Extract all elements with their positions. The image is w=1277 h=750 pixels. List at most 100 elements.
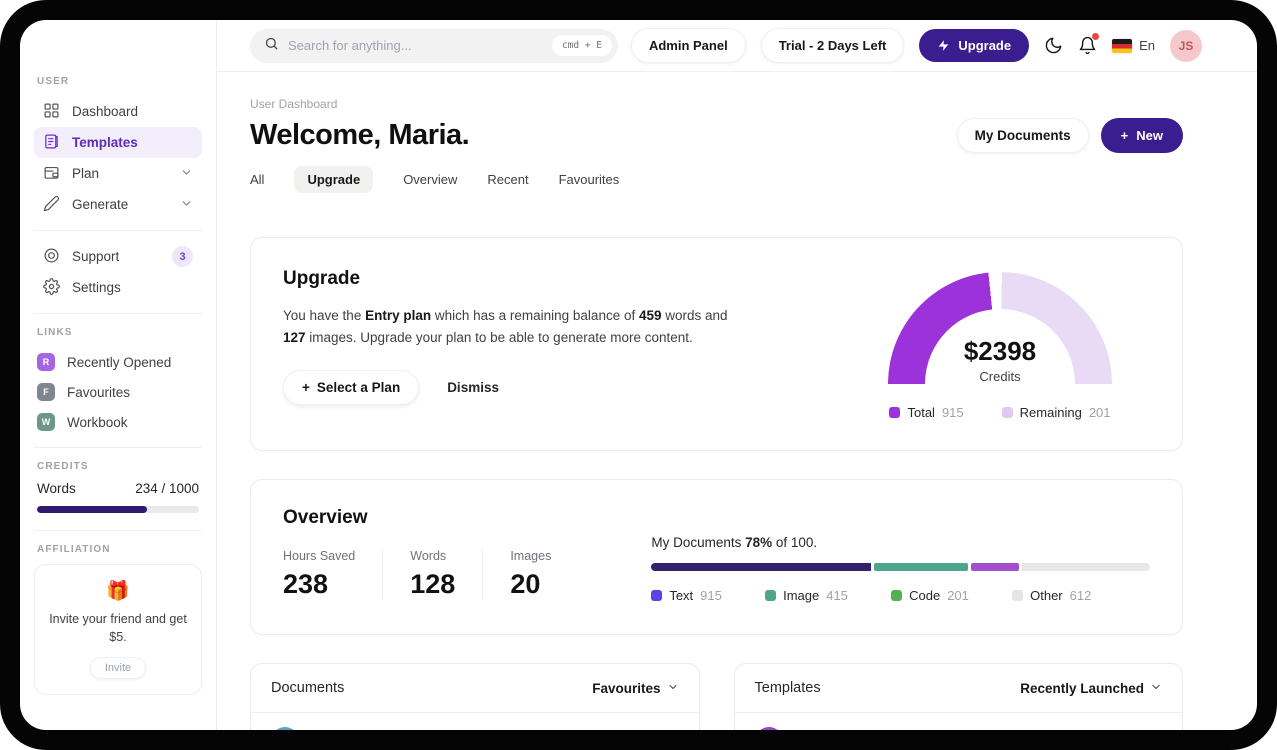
sidebar-item-label: Plan [72,166,100,181]
template-avatar [754,727,783,730]
tab-all[interactable]: All [250,172,264,187]
search-bar[interactable]: cmd + E [250,28,618,63]
sidebar-item-generate[interactable]: Generate [34,189,202,220]
sidebar-item-dashboard[interactable]: Dashboard [34,96,202,127]
plus-icon: + [1120,128,1129,143]
new-button[interactable]: + New [1100,118,1183,153]
segment-other [1021,563,1150,571]
gift-icon: 🎁 [106,581,130,602]
document-list-item[interactable]: Untitled Document in Workbook [251,713,699,730]
sidebar-link-workbook[interactable]: W Workbook [34,407,202,437]
segment-code [971,563,1019,571]
tab-overview[interactable]: Overview [403,172,457,187]
document-avatar [271,727,299,730]
credits-value: 234 / 1000 [135,481,199,496]
stat-words: Words 128 [410,549,484,600]
legend-item-other: Other 612 [1012,588,1091,603]
overview-card: Overview Hours Saved 238 Words 128 Image… [250,479,1183,635]
trial-status-button[interactable]: Trial - 2 Days Left [760,28,905,63]
tab-recent[interactable]: Recent [487,172,528,187]
page-title: Welcome, Maria. [250,119,470,151]
sidebar-item-plan[interactable]: Plan [34,158,202,189]
template-list-item[interactable]: Blog Post Title in Workbook [735,713,1183,730]
search-input[interactable] [288,38,543,53]
stat-images: Images 20 [510,549,552,599]
content-column: cmd + E Admin Panel Trial - 2 Days Left … [217,20,1257,730]
chevron-down-icon [180,197,193,213]
link-label: Favourites [67,384,131,400]
templates-filter-dropdown[interactable]: Recently Launched [1020,681,1162,696]
sidebar-item-label: Generate [72,197,129,212]
search-icon [264,36,279,56]
dark-mode-toggle[interactable] [1044,36,1063,55]
legend-item-image: Image 415 [765,588,848,603]
notifications-button[interactable] [1078,33,1100,55]
link-initial-badge: W [37,413,55,431]
legend-swatch [1001,407,1013,418]
upgrade-card-title: Upgrade [283,268,361,289]
sidebar-item-support[interactable]: Support 3 [34,241,202,272]
credits-gauge-chart: $2398 Credits [888,272,1112,384]
gauge-label: Credits [979,369,1021,384]
plus-icon: + [302,379,310,395]
affiliation-text: Invite your friend and get $5. [49,612,187,645]
link-label: Recently Opened [67,354,172,370]
affiliation-card: 🎁 Invite your friend and get $5. Invite [34,564,202,696]
topbar-actions: Admin Panel Trial - 2 Days Left Upgrade [630,28,1202,63]
documents-filter-dropdown[interactable]: Favourites [592,681,678,696]
upgrade-button[interactable]: Upgrade [919,29,1030,62]
dismiss-button[interactable]: Dismiss [447,380,499,395]
legend-swatch [891,590,903,601]
progress-legend: Text 915 Image 415 Code 201 Other 612 [651,588,1091,603]
templates-card-title: Templates [754,680,821,696]
documents-card-title: Documents [271,680,345,696]
documents-card: Documents Favourites Untitled Document i… [250,663,700,730]
sidebar: User Dashboard Templates Plan Generate [20,20,217,730]
app-window: User Dashboard Templates Plan Generate [20,20,1257,730]
grid-icon [43,102,60,122]
documents-progress-block: My Documents 78% of 100. Text 915 Image … [651,535,1150,606]
link-initial-badge: F [37,383,55,401]
sidebar-section-links: Links [37,327,73,338]
legend-item-remaining: Remaining 201 [1001,405,1111,420]
select-plan-button[interactable]: + Select a Plan [283,369,420,405]
chevron-down-icon [180,166,193,182]
sidebar-item-label: Templates [72,135,138,150]
sidebar-link-favourites[interactable]: F Favourites [34,377,202,407]
credits-progress-fill [37,506,148,513]
tab-upgrade[interactable]: Upgrade [294,166,374,193]
sidebar-item-settings[interactable]: Settings [34,272,202,303]
keyboard-shortcut-badge: cmd + E [551,35,612,56]
breadcrumb: User Dashboard [250,97,338,111]
admin-panel-button[interactable]: Admin Panel [630,28,746,63]
lightning-icon [938,40,949,51]
user-avatar[interactable]: JS [1170,29,1202,62]
invite-button[interactable]: Invite [89,657,147,680]
my-documents-button[interactable]: My Documents [956,118,1089,153]
sidebar-item-templates[interactable]: Templates [34,127,202,158]
select-plan-label: Select a Plan [316,379,401,395]
credits-words: Words 234 / 1000 [37,481,199,496]
divider [34,230,202,231]
wallet-icon [43,164,60,184]
sidebar-section-affiliation: Affiliation [37,544,111,555]
credits-progress-bar [37,506,199,513]
stat-hours-saved: Hours Saved 238 [283,549,384,600]
german-flag-icon [1112,38,1133,53]
legend-swatch [1012,590,1024,601]
tab-bar: All Upgrade Overview Recent Favourites [250,166,1183,193]
tab-favourites[interactable]: Favourites [559,172,620,187]
pencil-icon [43,195,60,215]
sidebar-item-label: Support [72,249,120,264]
sidebar-section-credits: Credits [37,461,89,472]
stats-row: Hours Saved 238 Words 128 Images 20 [283,549,605,600]
legend-item-code: Code 201 [891,588,969,603]
divider [34,313,202,314]
sidebar-link-recently-opened[interactable]: R Recently Opened [34,347,202,377]
divider [34,447,202,448]
sidebar-item-label: Dashboard [72,104,139,119]
language-selector[interactable]: En [1112,38,1155,53]
legend-item-total: Total 915 [889,405,964,420]
gear-icon [43,277,60,298]
segment-text [651,563,871,571]
